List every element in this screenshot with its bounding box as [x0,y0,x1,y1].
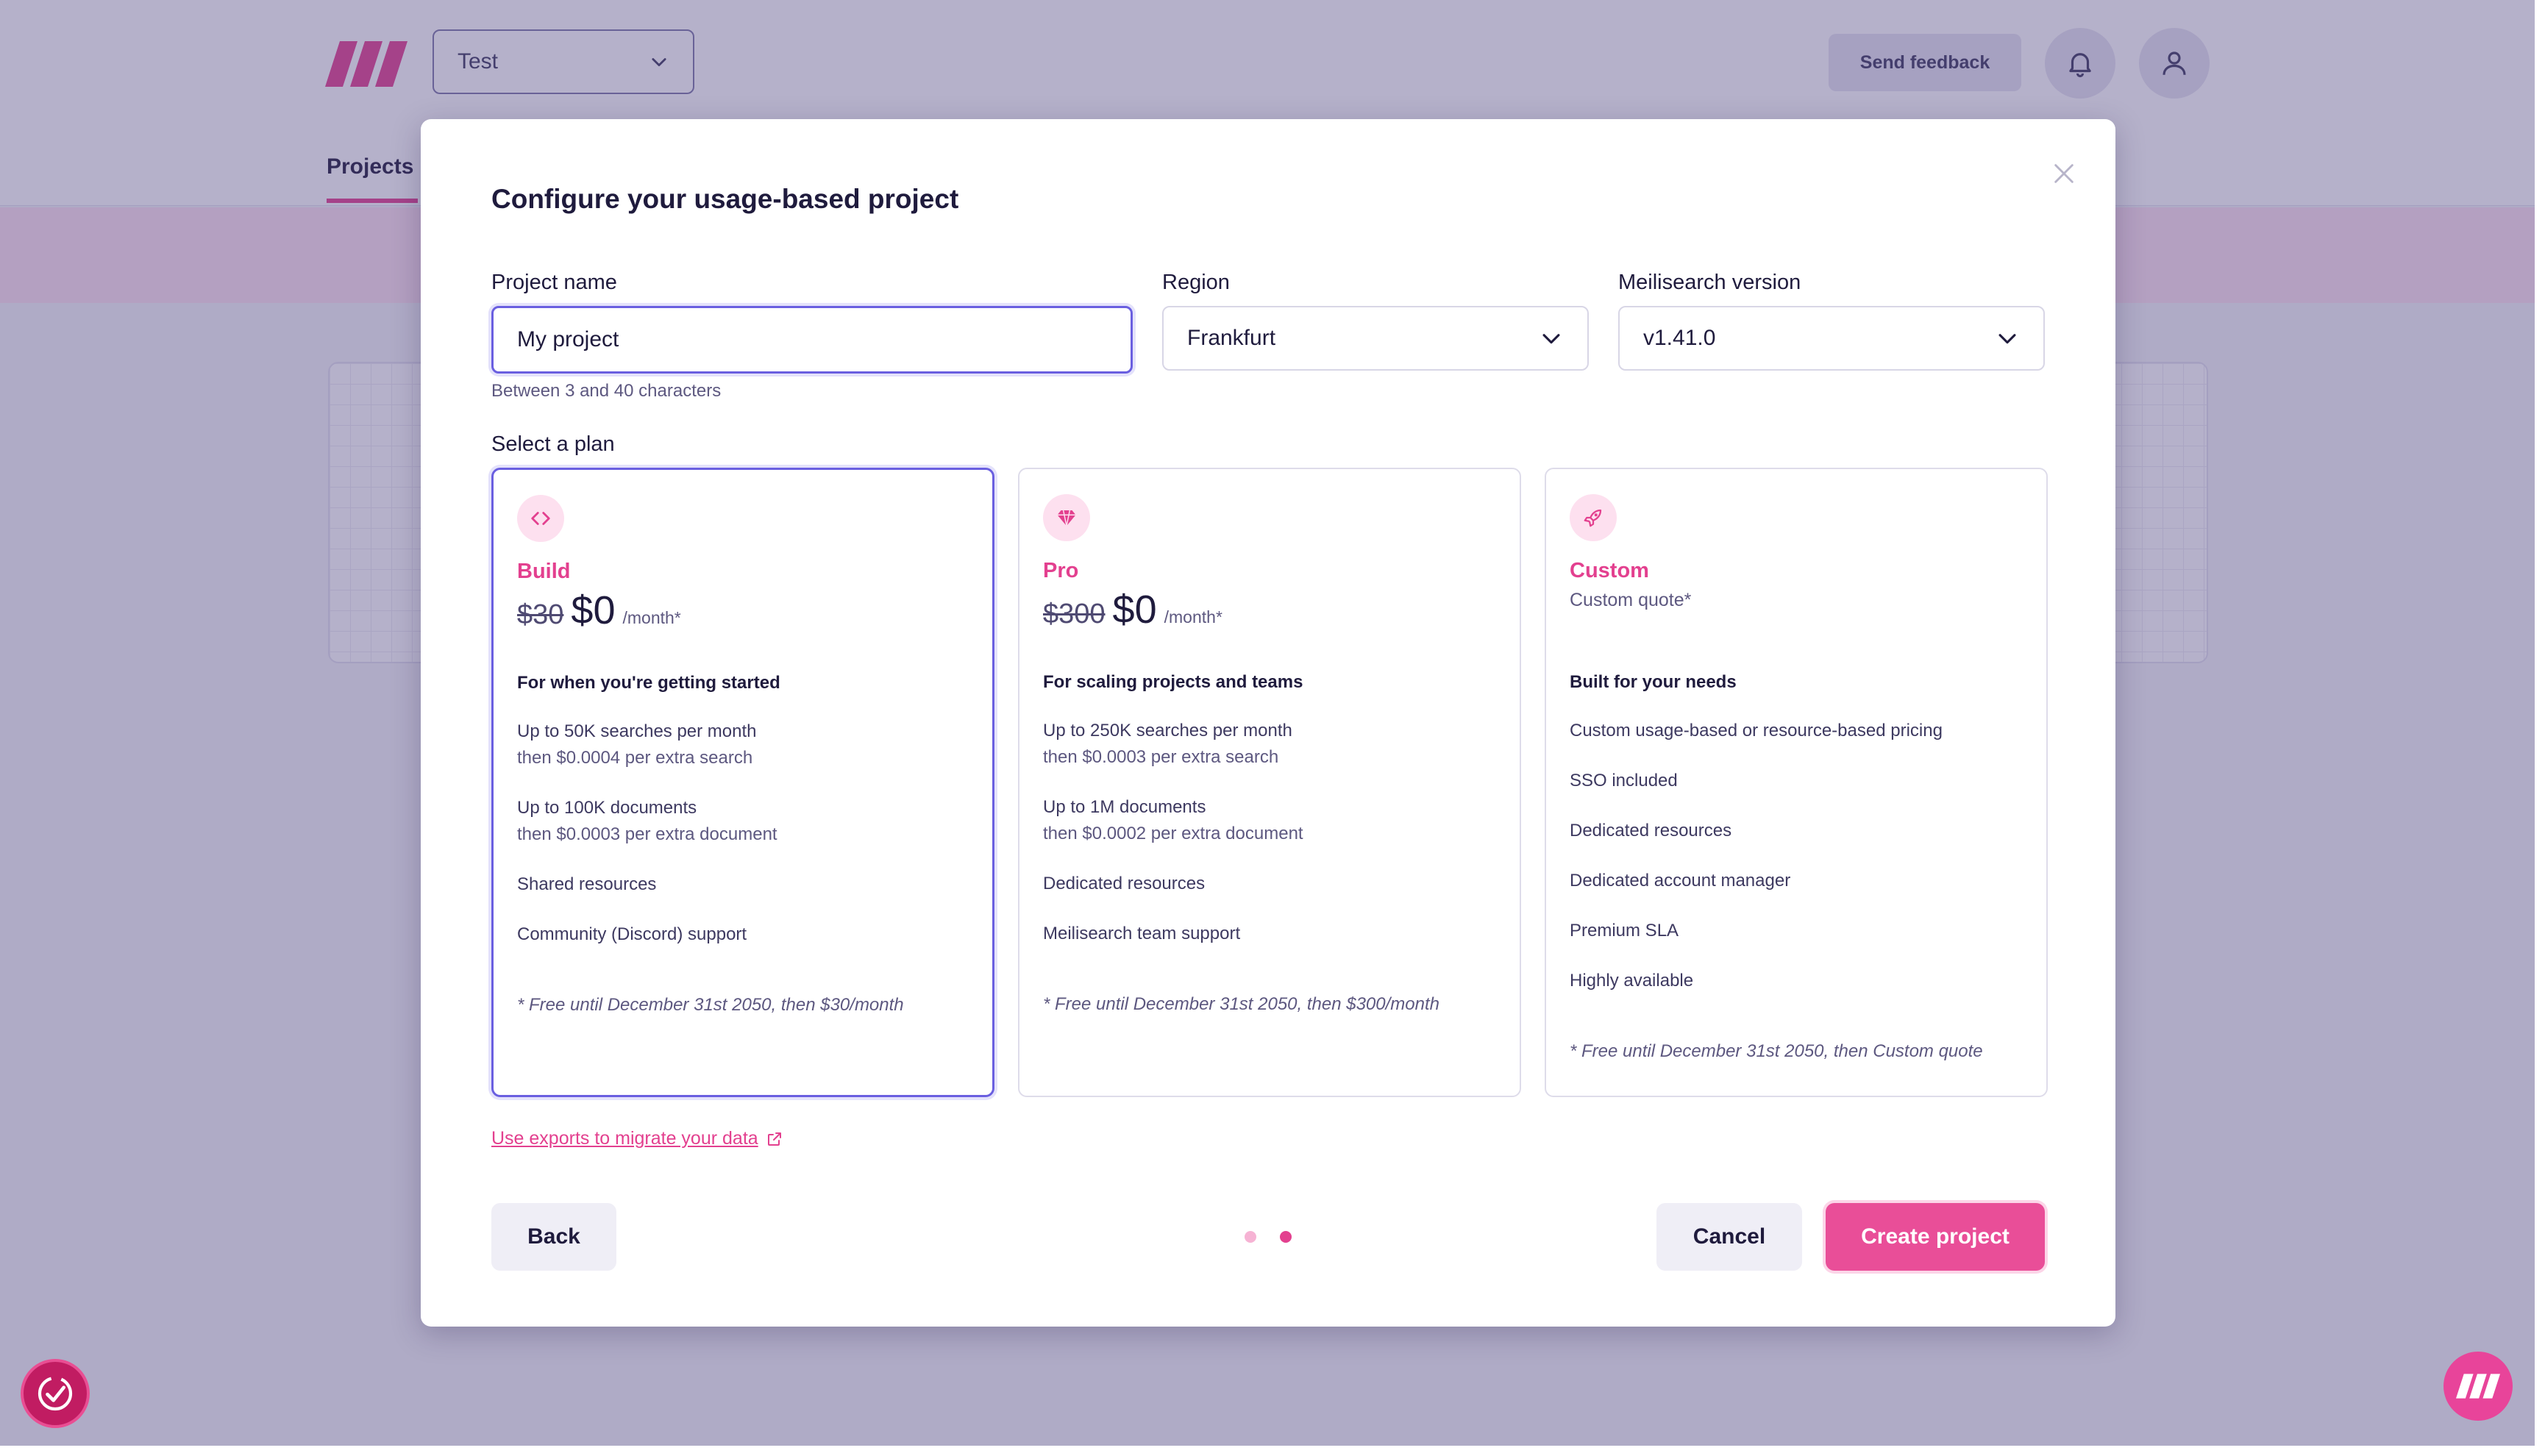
plan-tagline: For scaling projects and teams [1043,672,1303,692]
feature-main: Shared resources [517,874,657,894]
help-widget-button[interactable] [2443,1352,2513,1421]
plan-name: Custom [1570,559,1649,582]
plan-name: Build [517,560,571,583]
plan-tagline: Built for your needs [1570,672,1737,692]
back-button[interactable]: Back [491,1203,616,1271]
configure-project-modal: Configure your usage-based project Proje… [421,119,2115,1327]
plan-card-custom[interactable]: Custom Custom quote* Built for your need… [1545,468,2048,1097]
plan-icon [1570,494,1617,541]
plan-feature: SSO included [1570,771,1678,791]
project-name-label: Project name [491,271,617,294]
migrate-link-label: Use exports to migrate your data [491,1128,758,1149]
plan-footnote: * Free until December 31st 2050, then $3… [517,995,904,1015]
plan-tagline: For when you're getting started [517,673,780,693]
price-row: $30 $0 /month* [517,588,681,633]
plan-feature: Highly available [1570,971,1694,991]
project-name-input[interactable] [491,306,1133,374]
plan-feature: Dedicated account manager [1570,871,1791,891]
feature-main: Up to 100K documents [517,798,697,818]
price-row: $300 $0 /month* [1043,587,1222,632]
feature-main: Community (Discord) support [517,924,747,944]
plan-feature: Dedicated resources [1043,871,1205,897]
plan-feature: Dedicated resources [1570,821,1732,841]
feature-main: Up to 50K searches per month [517,721,757,741]
close-button[interactable] [2046,156,2082,191]
speed-check-button[interactable] [21,1359,90,1428]
select-plan-label: Select a plan [491,432,615,456]
cancel-button[interactable]: Cancel [1656,1203,1802,1271]
old-price: $30 [517,599,564,630]
plan-icon [1043,494,1090,541]
region-value: Frankfurt [1187,326,1276,350]
plan-feature: Custom usage-based or resource-based pri… [1570,721,1943,741]
version-label: Meilisearch version [1618,271,1801,294]
project-name-hint: Between 3 and 40 characters [491,381,722,401]
feature-main: Up to 250K searches per month [1043,721,1292,741]
diamond-icon [1057,510,1076,527]
plan-feature: Up to 50K searches per month then $0.000… [517,718,757,771]
logo-icon [2456,1374,2500,1399]
plan-footnote: * Free until December 31st 2050, then $3… [1043,994,1439,1014]
code-icon [531,512,550,525]
price: $0 [571,588,616,632]
plan-feature: Up to 100K documents then $0.0003 per ex… [517,795,777,848]
price-period: /month* [622,608,681,627]
step-indicator-1 [1245,1231,1256,1243]
plan-feature: Up to 1M documents then $0.0002 per extr… [1043,794,1303,847]
feature-sub: then $0.0003 per extra document [517,824,777,844]
feature-sub: then $0.0004 per extra search [517,748,753,768]
feature-sub: then $0.0003 per extra search [1043,747,1279,767]
chevron-down-icon [1542,334,1560,344]
rocket-icon [1584,509,1602,527]
price: $0 [1112,588,1157,632]
speed-check-icon [38,1376,73,1411]
feature-main: Dedicated resources [1043,874,1206,893]
version-select[interactable]: v1.41.0 [1618,306,2045,371]
close-icon [2054,164,2074,183]
version-value: v1.41.0 [1643,326,1716,350]
plan-card-pro[interactable]: Pro $300 $0 /month* For scaling projects… [1018,468,1521,1097]
custom-quote: Custom quote* [1570,590,1692,610]
chevron-down-icon [1998,334,2016,344]
create-project-button[interactable]: Create project [1826,1203,2045,1271]
plan-feature: Community (Discord) support [517,921,747,948]
modal-title: Configure your usage-based project [491,184,959,214]
step-indicator-2 [1280,1231,1292,1243]
feature-main: Meilisearch team support [1043,924,1241,943]
plan-feature: Shared resources [517,871,656,898]
feature-sub: then $0.0002 per extra document [1043,824,1303,843]
region-label: Region [1162,271,1230,294]
plan-feature: Premium SLA [1570,921,1679,941]
price-period: /month* [1164,607,1222,627]
plan-footnote: * Free until December 31st 2050, then Cu… [1570,1041,1983,1061]
feature-main: Up to 1M documents [1043,797,1206,817]
old-price: $300 [1043,599,1106,629]
plan-card-build[interactable]: Build $30 $0 /month* For when you're get… [491,468,994,1097]
plan-name: Pro [1043,559,1079,582]
migrate-data-link[interactable]: Use exports to migrate your data [491,1128,783,1149]
plan-feature: Up to 250K searches per month then $0.00… [1043,718,1292,771]
region-select[interactable]: Frankfurt [1162,306,1589,371]
plan-icon [517,495,564,542]
external-link-icon [767,1132,781,1146]
plan-feature: Meilisearch team support [1043,921,1240,947]
